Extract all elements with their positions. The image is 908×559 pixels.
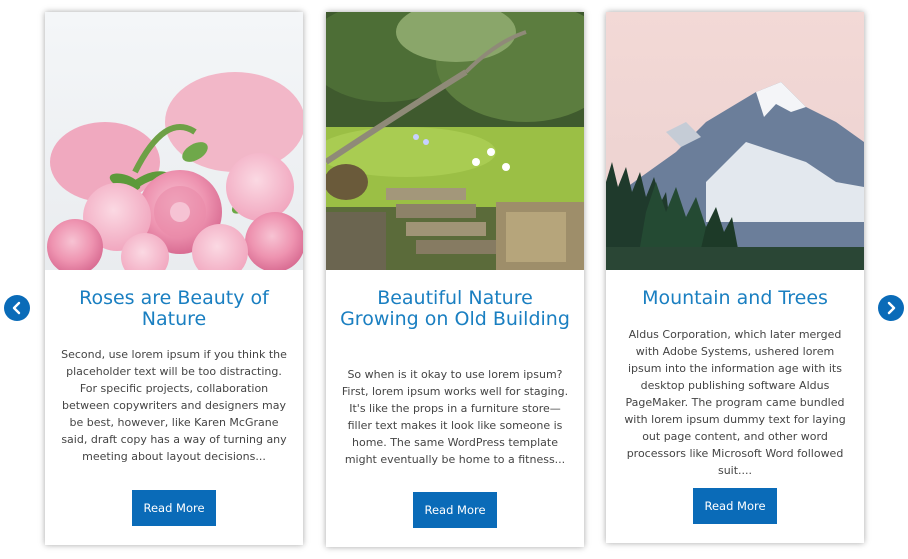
chevron-left-icon — [12, 301, 21, 315]
post-title[interactable]: Roses are Beauty of Nature — [57, 288, 291, 330]
read-more-button[interactable]: Read More — [132, 490, 216, 526]
post-card: Beautiful Nature Growing on Old Building… — [326, 12, 584, 547]
post-title[interactable]: Beautiful Nature Growing on Old Building — [338, 288, 572, 330]
read-more-button[interactable]: Read More — [413, 492, 497, 528]
post-image-roses[interactable] — [45, 12, 303, 270]
post-card: Roses are Beauty of Nature Second, use l… — [45, 12, 303, 545]
post-excerpt: Aldus Corporation, which later merged wi… — [624, 328, 846, 477]
post-image-mountain[interactable] — [606, 12, 864, 270]
chevron-right-icon — [887, 301, 896, 315]
post-image-garden[interactable] — [326, 12, 584, 270]
read-more-button[interactable]: Read More — [693, 488, 777, 524]
carousel-next-button[interactable] — [878, 295, 904, 321]
carousel-prev-button[interactable] — [4, 295, 30, 321]
post-card: Mountain and Trees Aldus Corporation, wh… — [606, 12, 864, 543]
post-excerpt: So when is it okay to use lorem ipsum? F… — [341, 368, 569, 466]
post-carousel: Roses are Beauty of Nature Second, use l… — [0, 0, 908, 559]
post-excerpt: Second, use lorem ipsum if you think the… — [61, 348, 287, 463]
post-title[interactable]: Mountain and Trees — [618, 288, 852, 309]
